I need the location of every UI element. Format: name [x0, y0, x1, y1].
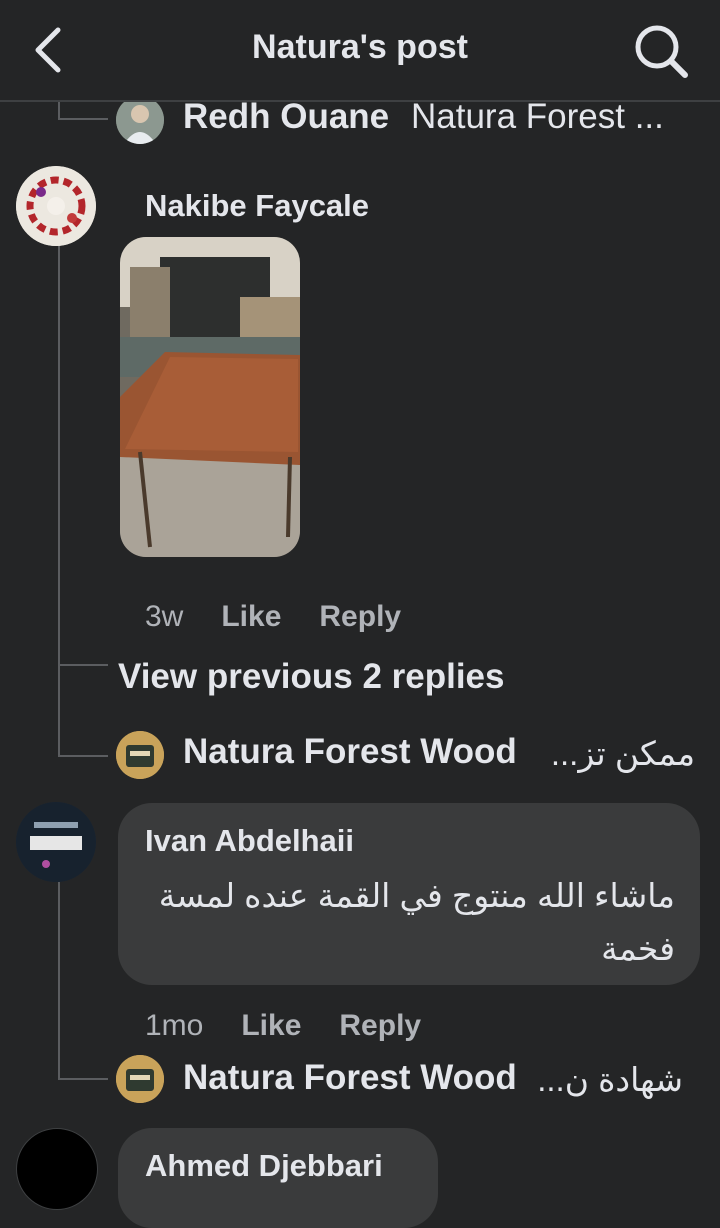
reply-author[interactable]: Redh Ouane [183, 97, 389, 137]
reply-author[interactable]: Natura Forest Wood [183, 1058, 517, 1098]
reply-snippet[interactable]: ممكن تز... [550, 734, 695, 773]
comment-bubble[interactable]: Ivan Abdelhaii ماشاء الله منتوج في القمة… [118, 803, 700, 985]
avatar[interactable] [116, 731, 164, 779]
comment-author[interactable]: Ivan Abdelhaii [145, 823, 354, 859]
comment-time: 1mo [145, 1009, 204, 1042]
reply-button[interactable]: Reply [319, 600, 401, 633]
thread-line [58, 1078, 108, 1080]
avatar[interactable] [16, 802, 96, 882]
comment-actions: 3w Like Reply [145, 600, 401, 634]
comment-actions: 1mo Like Reply [145, 1009, 421, 1043]
comment-author[interactable]: Ahmed Djebbari [145, 1148, 383, 1184]
view-previous-replies[interactable]: View previous 2 replies [118, 657, 505, 697]
avatar[interactable] [116, 96, 164, 144]
reply-snippet[interactable]: Natura Forest ... [411, 97, 664, 137]
avatar[interactable] [116, 1055, 164, 1103]
avatar[interactable] [16, 1128, 98, 1210]
like-button[interactable]: Like [241, 1009, 301, 1042]
search-icon[interactable] [632, 22, 690, 80]
top-bar: Natura's post [0, 0, 720, 102]
reply-button[interactable]: Reply [339, 1009, 421, 1042]
page-title: Natura's post [252, 28, 468, 66]
comment-time: 3w [145, 600, 184, 633]
comment-photo[interactable] [120, 237, 300, 557]
avatar[interactable] [16, 166, 96, 246]
thread-line [58, 245, 60, 757]
thread-line [58, 755, 108, 757]
reply-author[interactable]: Natura Forest Wood [183, 732, 517, 772]
reply-snippet[interactable]: شهادة ن... [537, 1060, 683, 1099]
thread-line [58, 100, 60, 120]
comment-text: ماشاء الله منتوج في القمة عنده لمسة فخمة [158, 877, 675, 967]
thread-line [58, 882, 60, 1080]
comment-bubble[interactable]: Ahmed Djebbari [118, 1128, 438, 1228]
thread-line [58, 664, 108, 666]
thread-line [58, 118, 108, 120]
comment-author[interactable]: Nakibe Faycale [145, 188, 369, 224]
like-button[interactable]: Like [221, 600, 281, 633]
